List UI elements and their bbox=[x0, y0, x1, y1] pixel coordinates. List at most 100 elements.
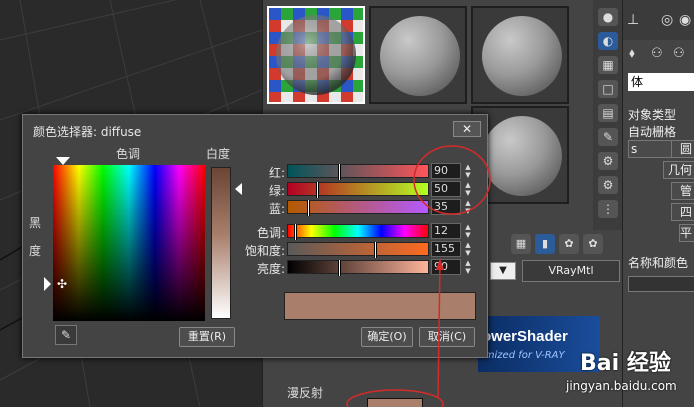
ok-button[interactable]: 确定(O) bbox=[361, 327, 413, 347]
saturation-slider-row: 饱和度: 155 ▲ ▼ bbox=[245, 241, 479, 258]
hue-value-input[interactable]: 12 bbox=[431, 223, 461, 239]
hue-thumb[interactable] bbox=[294, 224, 297, 240]
brightness-value-input[interactable]: 90 bbox=[431, 259, 461, 275]
green-slider[interactable] bbox=[287, 182, 429, 198]
object-name-field[interactable] bbox=[628, 276, 694, 292]
red-label: 红: bbox=[268, 166, 285, 180]
green-value-input[interactable]: 50 bbox=[431, 181, 461, 197]
diffuse-label: 漫反射 bbox=[287, 386, 324, 400]
video-color-check-icon[interactable]: ▤ bbox=[598, 104, 618, 122]
blue-slider-row: 蓝: 35 ▲ ▼ bbox=[259, 199, 479, 216]
green-spinner[interactable]: ▲ ▼ bbox=[463, 181, 473, 197]
material-slot-2[interactable] bbox=[369, 6, 467, 104]
command-panel-tabs: ⊥ ◎ ◉ bbox=[623, 0, 694, 40]
backlight-icon[interactable]: ◐ bbox=[598, 32, 618, 50]
whiteness-label: 白度 bbox=[206, 147, 231, 161]
brightness-label: 亮度: bbox=[256, 262, 285, 276]
checker-sphere-preview bbox=[269, 8, 363, 102]
hue-blackness-picker[interactable] bbox=[53, 165, 205, 321]
uv-tiling-icon[interactable]: □ bbox=[598, 80, 618, 98]
object-button-4[interactable]: 管 bbox=[671, 182, 694, 200]
material-map-navigator-icon[interactable]: ⋮ bbox=[598, 200, 618, 218]
blue-label: 蓝: bbox=[268, 202, 285, 216]
close-button[interactable]: ✕ bbox=[453, 121, 481, 137]
blackness-label: 黑度 bbox=[29, 216, 42, 258]
material-slot-1[interactable] bbox=[267, 6, 365, 104]
diffuse-color-swatch[interactable] bbox=[367, 398, 423, 407]
baidu-watermark: Bai 经验 jingyan.baidu.com bbox=[566, 345, 690, 405]
green-thumb[interactable] bbox=[316, 182, 319, 198]
hue-label: 色调 bbox=[116, 147, 141, 161]
lights-icon[interactable]: ⬧ bbox=[629, 46, 635, 61]
color-preview-swatch bbox=[284, 292, 476, 320]
object-type-label: 对象类型 bbox=[628, 108, 677, 122]
options-icon[interactable]: ⚙ bbox=[598, 152, 618, 170]
watermark-logo: Bai 经验 bbox=[580, 351, 671, 376]
sphere-preview bbox=[482, 16, 562, 96]
select-by-material-icon[interactable]: ⚙ bbox=[598, 176, 618, 194]
helpers-icon[interactable]: ⚇ bbox=[673, 46, 685, 61]
dialog-title: 颜色选择器: diffuse bbox=[33, 125, 142, 139]
sphere-preview bbox=[482, 116, 562, 196]
category-dropdown[interactable]: 体 bbox=[628, 73, 694, 91]
name-and-color-label: 名称和颜色 bbox=[628, 256, 689, 270]
cameras-icon[interactable]: ⚇ bbox=[651, 46, 663, 61]
hue-marker-arrow[interactable] bbox=[56, 157, 70, 165]
saturation-label: 饱和度: bbox=[244, 244, 285, 258]
red-value-input[interactable]: 90 bbox=[431, 163, 461, 179]
material-side-toolbar: ● ◐ ▦ □ ▤ ✎ ⚙ ⚙ ⋮ bbox=[593, 0, 623, 230]
crosshair-icon: ✣ bbox=[57, 277, 68, 291]
eyedropper-icon[interactable]: ✎ bbox=[55, 325, 77, 345]
blue-thumb[interactable] bbox=[307, 200, 310, 216]
color-selector-dialog: 颜色选择器: diffuse ✕ 色调 白度 黑度 ✣ ✎ 重置(R) 确定(O… bbox=[22, 114, 488, 358]
saturation-spinner[interactable]: ▲ ▼ bbox=[463, 241, 473, 257]
red-slider[interactable] bbox=[287, 164, 429, 180]
green-slider-row: 绿: 50 ▲ ▼ bbox=[259, 181, 479, 198]
saturation-value-input[interactable]: 155 bbox=[431, 241, 461, 257]
saturation-slider[interactable] bbox=[287, 242, 429, 258]
material-slot-3[interactable] bbox=[471, 6, 569, 104]
whiteness-marker-arrow[interactable] bbox=[235, 183, 242, 195]
background-checker-icon[interactable]: ▦ bbox=[598, 56, 618, 74]
banner-subtitle: imized for V-RAY bbox=[482, 350, 565, 361]
material-name-dropdown[interactable]: ▼ bbox=[490, 262, 516, 280]
show-map-icon[interactable]: ▦ bbox=[511, 234, 531, 254]
blackness-marker-arrow[interactable] bbox=[44, 277, 51, 291]
brightness-spinner[interactable]: ▲ ▼ bbox=[463, 259, 473, 275]
show-end-result-icon[interactable]: ▮ bbox=[535, 234, 555, 254]
hierarchy-icon[interactable]: ⊥ bbox=[627, 12, 639, 28]
banner-title: owerShader bbox=[482, 328, 568, 345]
brightness-thumb[interactable] bbox=[338, 260, 341, 276]
sphere-preview bbox=[380, 16, 460, 96]
whiteness-bar[interactable] bbox=[211, 167, 231, 319]
sample-type-icon[interactable]: ● bbox=[598, 8, 618, 26]
make-preview-icon[interactable]: ✎ bbox=[598, 128, 618, 146]
brightness-slider[interactable] bbox=[287, 260, 429, 276]
material-type-button[interactable]: VRayMtl bbox=[522, 260, 620, 282]
hue-slider[interactable] bbox=[287, 224, 429, 240]
red-spinner[interactable]: ▲ ▼ bbox=[463, 163, 473, 179]
value-slider-row: 亮度: 90 ▲ ▼ bbox=[256, 259, 479, 276]
blue-slider[interactable] bbox=[287, 200, 429, 216]
object-button-3[interactable]: 几何 bbox=[663, 161, 694, 179]
reset-button[interactable]: 重置(R) bbox=[179, 327, 235, 347]
saturation-thumb[interactable] bbox=[374, 242, 377, 258]
object-button-6[interactable]: 平 bbox=[679, 224, 694, 242]
green-label: 绿: bbox=[268, 184, 285, 198]
cancel-button[interactable]: 取消(C) bbox=[419, 327, 475, 347]
hue-spinner[interactable]: ▲ ▼ bbox=[463, 223, 473, 239]
hue-slider-label: 色调: bbox=[256, 226, 285, 240]
utilities-icon[interactable]: ◉ bbox=[679, 12, 691, 28]
object-button-5[interactable]: 四 bbox=[671, 203, 694, 221]
red-thumb[interactable] bbox=[338, 164, 341, 180]
watermark-site: jingyan.baidu.com bbox=[566, 379, 677, 393]
blue-spinner[interactable]: ▲ ▼ bbox=[463, 199, 473, 215]
display-icon[interactable]: ◎ bbox=[661, 12, 673, 28]
go-to-parent-icon[interactable]: ✿ bbox=[559, 234, 579, 254]
object-button-2[interactable]: 圆 bbox=[671, 140, 694, 158]
auto-grid-label: 自动栅格 bbox=[628, 125, 677, 139]
red-slider-row: 红: 90 ▲ ▼ bbox=[259, 163, 479, 180]
go-forward-sibling-icon[interactable]: ✿ bbox=[583, 234, 603, 254]
blue-value-input[interactable]: 35 bbox=[431, 199, 461, 215]
hue-slider-row: 色调: 12 ▲ ▼ bbox=[256, 223, 479, 240]
